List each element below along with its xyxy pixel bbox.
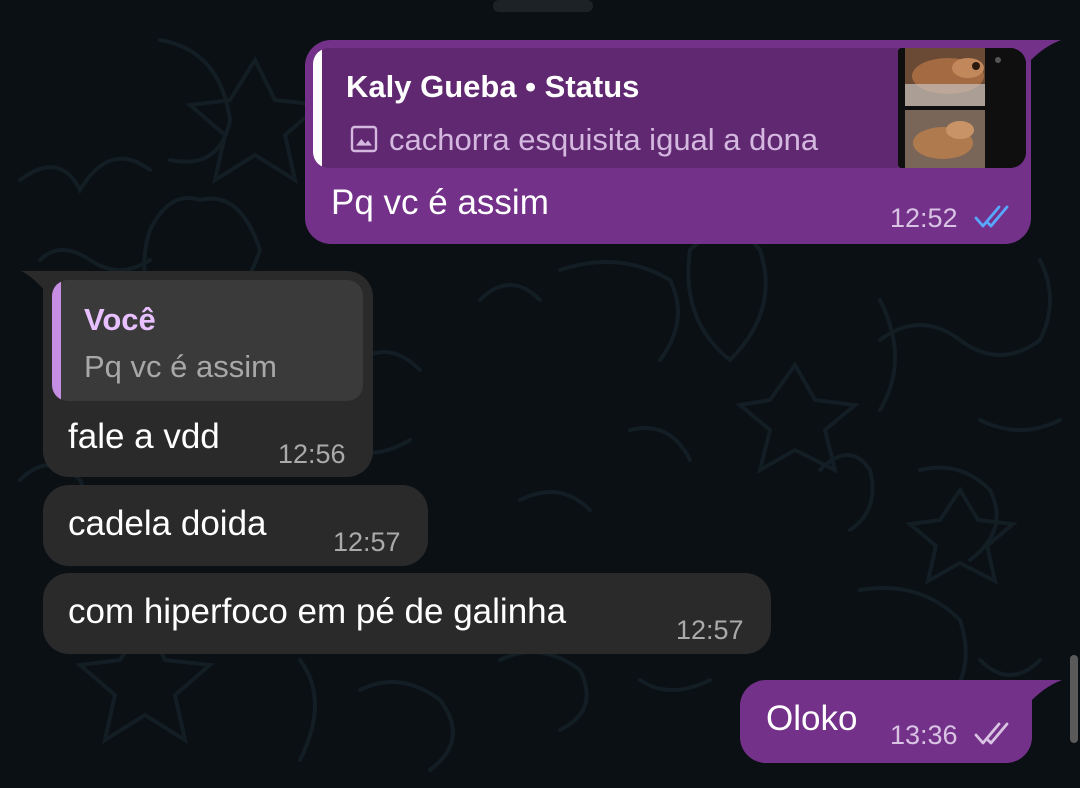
quote-bar (313, 48, 322, 168)
read-ticks-icon (974, 205, 1009, 228)
message-time: 13:36 (890, 720, 958, 750)
message-time: 12:52 (890, 203, 958, 233)
message-bubble-outgoing[interactable]: Oloko 13:36 (740, 680, 1062, 763)
message-time: 12:56 (278, 439, 346, 469)
message-bubble-incoming[interactable]: cadela doida 12:57 (43, 485, 428, 566)
bubble-tail (1028, 680, 1062, 700)
reply-text: cachorra esquisita igual a dona (389, 122, 819, 157)
reply-author: Você (84, 302, 156, 337)
message-text: Pq vc é assim (331, 183, 549, 222)
reply-quote[interactable]: Você Pq vc é assim (52, 280, 363, 401)
message-time: 12:57 (676, 615, 744, 645)
message-text: cadela doida (68, 504, 267, 543)
message-time: 12:57 (333, 527, 401, 557)
message-text: fale a vdd (68, 417, 220, 456)
reply-text: Pq vc é assim (84, 349, 277, 384)
reply-quote[interactable]: Kaly Gueba • Status cachorra esquisita i… (313, 48, 1026, 168)
scrollbar-thumb[interactable] (1070, 655, 1078, 743)
image-icon (350, 125, 378, 153)
message-bubble-incoming[interactable]: com hiperfoco em pé de galinha 12:57 (43, 573, 771, 654)
message-text: com hiperfoco em pé de galinha (68, 592, 567, 631)
delivered-ticks-icon (974, 722, 1009, 745)
bubble-tail (21, 271, 45, 291)
bubble-tail (1027, 40, 1061, 60)
reply-author: Kaly Gueba • Status (346, 69, 640, 104)
quote-bar (52, 280, 61, 401)
status-thumbnail (898, 48, 1026, 168)
message-bubble-incoming[interactable]: Você Pq vc é assim fale a vdd 12:56 (21, 271, 373, 477)
message-text: Oloko (766, 699, 858, 738)
message-bubble-outgoing[interactable]: Kaly Gueba • Status cachorra esquisita i… (305, 40, 1061, 244)
